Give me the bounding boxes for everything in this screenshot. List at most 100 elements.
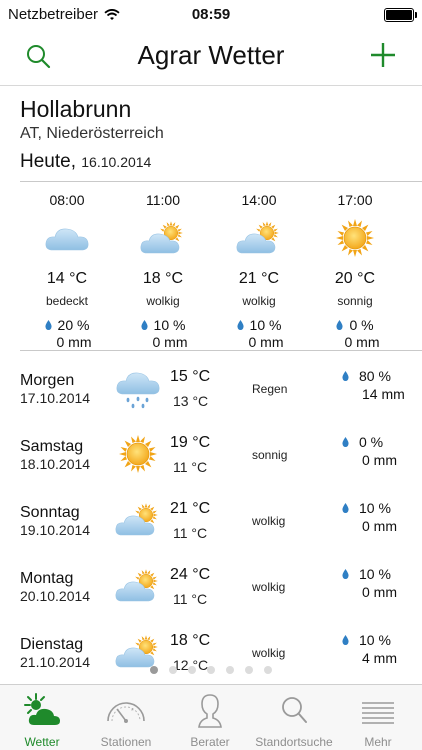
hour-precip: 10 % — [115, 317, 211, 333]
day-max-temp: 19 °C — [170, 434, 211, 451]
tab-berater[interactable]: Berater — [168, 685, 252, 750]
day-max-temp: 18 °C — [170, 632, 211, 649]
tab-label: Standortsuche — [255, 735, 333, 749]
page-dot[interactable] — [245, 666, 253, 674]
raindrop-icon — [336, 320, 343, 330]
hour-precip: 0 % — [307, 317, 403, 333]
day-precip-value: 10 % — [359, 566, 391, 582]
tab-wetter[interactable]: Wetter — [0, 685, 84, 750]
hour-temp: 18 °C — [142, 270, 184, 287]
day-name: Dienstag — [20, 636, 84, 653]
day-name: Montag — [20, 570, 74, 587]
hour-precip: 10 % — [211, 317, 307, 333]
list-item[interactable]: Samstag 18.10.2014 19 °C 11 °C sonnig 0 … — [0, 418, 422, 484]
search-icon — [282, 697, 307, 723]
tab-label: Stationen — [100, 735, 152, 749]
divider — [20, 350, 422, 351]
page-dot[interactable] — [207, 666, 215, 674]
list-item[interactable]: Montag 20.10.2014 24 °C 11 °C wolkig 10 … — [0, 550, 422, 616]
rain-cloud-icon — [114, 366, 162, 410]
hour-precip: 20 % — [19, 317, 115, 333]
raindrop-icon — [237, 320, 244, 330]
page-indicator[interactable] — [0, 666, 422, 674]
divider — [20, 181, 422, 182]
tab-mehr[interactable]: Mehr — [336, 685, 420, 750]
hour-condition: wolkig — [146, 294, 180, 308]
day-amount: 0 mm — [362, 518, 397, 534]
page-dot[interactable] — [264, 666, 272, 674]
day-min-temp: 11 °C — [173, 591, 208, 607]
hour-temp: 14 °C — [46, 270, 88, 287]
menu-icon — [362, 702, 394, 724]
day-amount: 0 mm — [362, 584, 397, 600]
plus-icon[interactable] — [368, 40, 398, 70]
day-min-temp: 11 °C — [173, 459, 208, 475]
hour-precip-value: 10 % — [249, 317, 282, 333]
day-condition: wolkig — [252, 514, 286, 528]
gauge-icon: * — [107, 702, 145, 723]
list-item[interactable]: Morgen 17.10.2014 15 °C 13 °C Regen 80 %… — [0, 352, 422, 418]
day-amount: 4 mm — [362, 650, 397, 666]
page-dot[interactable] — [169, 666, 177, 674]
raindrop-icon — [342, 635, 349, 645]
battery-icon — [384, 8, 417, 22]
sun-icon — [114, 432, 162, 476]
location-name: Hollabrunn — [20, 96, 132, 122]
hour-time: 08:00 — [49, 192, 85, 208]
day-min-temp: 11 °C — [173, 525, 208, 541]
person-icon — [198, 694, 222, 728]
hour-amount: 0 mm — [152, 334, 188, 350]
hour-amount: 0 mm — [248, 334, 284, 350]
tab-standortsuche[interactable]: Standortsuche — [252, 685, 336, 750]
hour-column: 08:00 14 °C bedeckt 20 % 0 mm — [19, 184, 115, 350]
hour-precip-value: 0 % — [349, 317, 374, 333]
hour-amount: 0 mm — [344, 334, 380, 350]
tab-label: Wetter — [24, 735, 60, 749]
day-condition: Regen — [252, 382, 288, 396]
svg-text:*: * — [131, 708, 134, 715]
day-amount: 14 mm — [362, 386, 405, 402]
hourly-forecast[interactable]: 08:00 14 °C bedeckt 20 % 0 mm 11:00 18 °… — [0, 184, 422, 350]
day-precip: 10 % — [342, 566, 391, 582]
day-max-temp: 21 °C — [170, 500, 211, 517]
location-region: AT, Niederösterreich — [20, 125, 164, 142]
sun-cloud-icon — [139, 218, 187, 258]
day-max-temp: 24 °C — [170, 566, 211, 583]
page-dot[interactable] — [188, 666, 196, 674]
today-label: Heute, — [20, 151, 76, 172]
day-name: Morgen — [20, 372, 75, 389]
today-heading: Heute, 16.10.2014 — [20, 151, 151, 173]
hour-amount: 0 mm — [56, 334, 92, 350]
hour-column: 17:00 20 °C sonnig 0 % 0 mm — [307, 184, 403, 350]
day-precip: 0 % — [342, 434, 383, 450]
hour-condition: sonnig — [337, 294, 373, 308]
day-name: Samstag — [20, 438, 84, 455]
day-precip-value: 10 % — [359, 500, 391, 516]
today-date: 16.10.2014 — [81, 154, 152, 170]
page-dot[interactable] — [150, 666, 158, 674]
day-min-temp: 13 °C — [173, 393, 209, 409]
hour-time: 11:00 — [146, 192, 180, 208]
sun-cloud-icon — [235, 218, 283, 258]
raindrop-icon — [342, 569, 349, 579]
hour-condition: wolkig — [242, 294, 276, 308]
day-amount: 0 mm — [362, 452, 397, 468]
day-max-temp: 15 °C — [170, 368, 211, 385]
day-date: 17.10.2014 — [20, 390, 91, 406]
status-time: 08:59 — [191, 6, 231, 23]
tab-label: Berater — [190, 735, 230, 749]
day-name: Sonntag — [20, 504, 80, 521]
page-dot[interactable] — [226, 666, 234, 674]
hour-precip-value: 20 % — [57, 317, 90, 333]
page-title: Agrar Wetter — [137, 40, 285, 70]
list-item[interactable]: Sonntag 19.10.2014 21 °C 11 °C wolkig 10… — [0, 484, 422, 550]
hour-column: 11:00 18 °C wolkig 10 % 0 mm — [115, 184, 211, 350]
hour-precip-value: 10 % — [153, 317, 186, 333]
raindrop-icon — [45, 320, 52, 330]
day-precip: 80 % — [342, 368, 391, 384]
status-bar: Netzbetreiber 08:59 — [0, 0, 422, 30]
tab-stationen[interactable]: * Stationen — [84, 685, 168, 750]
day-precip-value: 10 % — [359, 632, 391, 648]
sun-cloud-icon — [114, 498, 162, 542]
raindrop-icon — [342, 371, 349, 381]
